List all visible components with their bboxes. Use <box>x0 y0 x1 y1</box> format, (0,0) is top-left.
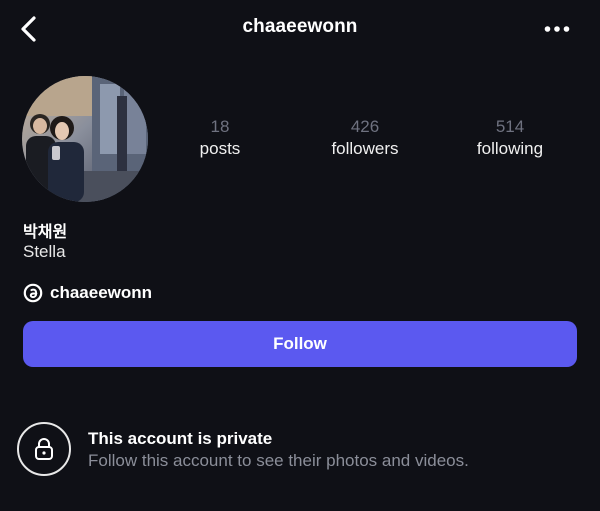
lock-icon <box>35 438 53 460</box>
threads-handle: chaaeewonn <box>50 283 153 302</box>
followers-label: followers <box>331 139 399 158</box>
followers-count: 426 <box>350 117 380 136</box>
posts-count: 18 <box>210 117 230 136</box>
bio-name: Stella <box>23 242 66 261</box>
more-horizontal-icon <box>544 26 570 32</box>
following-label: following <box>476 139 544 158</box>
followers-stat[interactable]: 426 followers <box>305 116 425 160</box>
profile-screen: chaaeewonn 18 posts 426 followers 514 fo… <box>0 0 600 511</box>
more-options-button[interactable] <box>542 18 572 40</box>
private-notice-subtitle: Follow this account to see their photos … <box>88 451 469 470</box>
posts-stat[interactable]: 18 posts <box>160 116 280 160</box>
threads-icon <box>23 283 43 303</box>
page-title: chaaeewonn <box>242 16 358 37</box>
private-lock-badge <box>17 422 71 476</box>
threads-link[interactable]: chaaeewonn <box>23 282 152 304</box>
following-count: 514 <box>495 117 525 136</box>
following-stat[interactable]: 514 following <box>450 116 570 160</box>
private-notice-title: This account is private <box>88 429 273 448</box>
display-name: 박채원 <box>23 224 68 241</box>
profile-photo <box>22 76 148 202</box>
avatar[interactable] <box>22 76 148 202</box>
posts-label: posts <box>199 139 241 158</box>
follow-button[interactable]: Follow <box>23 321 577 367</box>
